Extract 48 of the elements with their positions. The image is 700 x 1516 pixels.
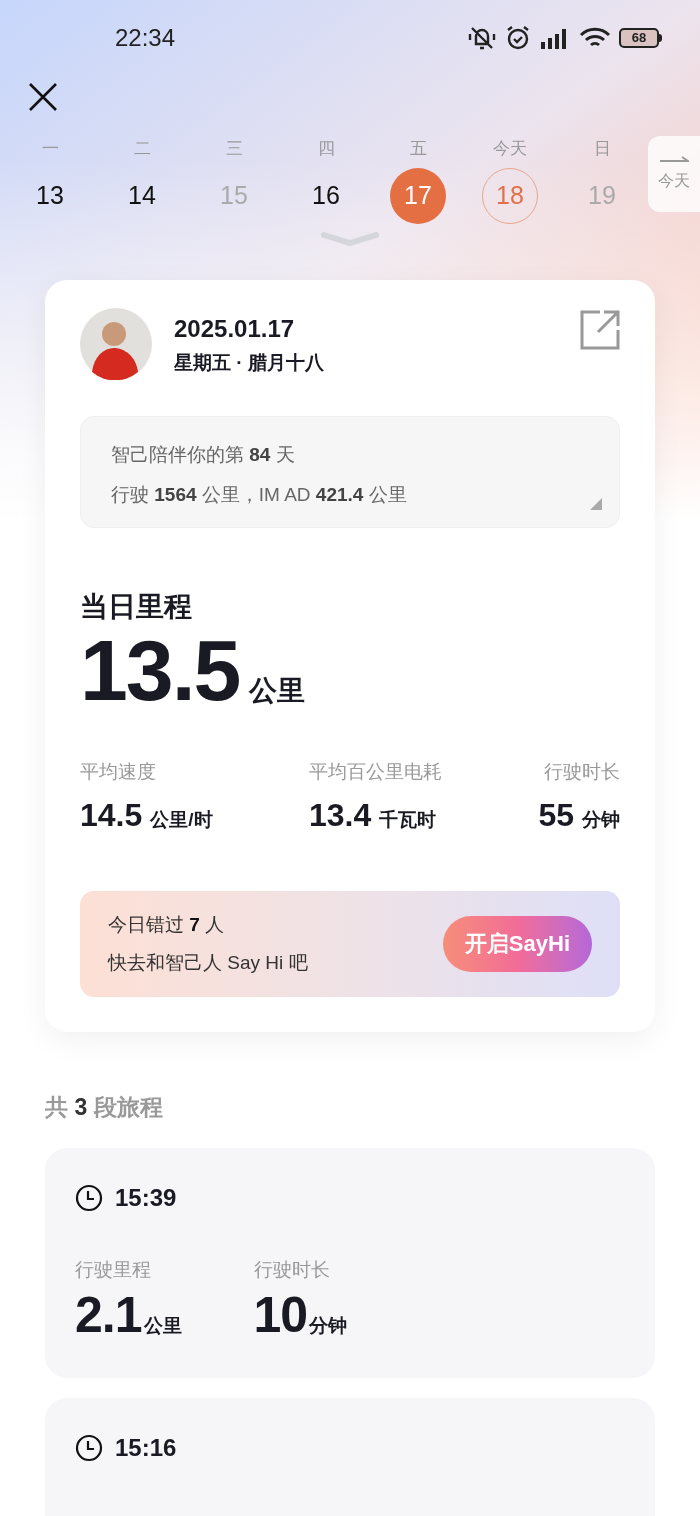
sayhi-button[interactable]: 开启SayHi (442, 915, 592, 972)
info-text: 智己陪伴你的第 84 天 (111, 443, 295, 467)
stat-label: 行驶时长 (544, 760, 620, 784)
share-icon[interactable] (580, 310, 620, 350)
stat-unit: 千瓦时 (379, 807, 437, 832)
mileage-value: 13.5 (80, 624, 240, 716)
mileage-label: 当日里程 (80, 590, 193, 624)
clock-icon (75, 1433, 103, 1462)
stat-unit: 分钟 (582, 807, 620, 832)
stat-label: 平均速度 (80, 760, 157, 784)
calendar-day[interactable]: 二 14 (96, 136, 188, 224)
battery-icon: 68 (619, 28, 662, 48)
close-icon[interactable] (28, 82, 58, 112)
sayhi-text: 快去和智己人 Say Hi 吧 (108, 950, 309, 975)
calendar-day[interactable]: 一 13 (4, 136, 96, 224)
status-time: 22:34 (115, 23, 176, 53)
avatar (80, 308, 152, 380)
lunar-date-text: 星期五 · 腊月十八 (174, 350, 325, 375)
calendar-day[interactable]: 五 17 (372, 136, 464, 224)
trips-title: 共 3 段旅程 (45, 1092, 164, 1122)
trip-card[interactable]: 15:39 行驶里程 2.1公里 行驶时长 10分钟 (45, 1148, 655, 1378)
mileage-unit: 公里 (249, 674, 306, 708)
info-text: 行驶 1564 公里，IM AD 421.4 公里 (111, 483, 407, 507)
trip-stat-unit: 分钟 (309, 1313, 348, 1338)
sayhi-text: 今日错过 7 人 (108, 912, 226, 937)
stat-value: 55 (538, 795, 574, 835)
trip-stat-unit: 公里 (143, 1313, 182, 1338)
clock-icon (75, 1184, 103, 1212)
calendar-day[interactable]: 日 19 (556, 136, 648, 224)
trip-stat-label: 行驶时长 (253, 1258, 331, 1282)
trip-stat-value: 2.1 (75, 1286, 142, 1343)
stat-value: 13.4 (309, 795, 372, 835)
trip-stat-value: 10 (253, 1286, 308, 1343)
trip-card[interactable]: 15:16 (45, 1397, 655, 1516)
stat-label: 平均百公里电耗 (309, 760, 442, 784)
calendar-day[interactable]: 四 16 (280, 136, 372, 224)
alarm-icon (505, 25, 531, 51)
trip-time: 15:16 (115, 1432, 177, 1463)
calendar-day[interactable]: 今天 18 (464, 136, 556, 224)
stat-value: 14.5 (80, 795, 143, 835)
date-text: 2025.01.17 (174, 313, 296, 344)
trip-stat-label: 行驶里程 (75, 1258, 152, 1282)
corner-icon (589, 497, 603, 511)
stat-unit: 公里/时 (150, 807, 213, 832)
calendar-day[interactable]: 三 15 (188, 136, 280, 224)
muted-bell-icon (467, 25, 497, 51)
trip-time: 15:39 (115, 1183, 177, 1213)
today-button[interactable]: 今天 (648, 136, 700, 212)
